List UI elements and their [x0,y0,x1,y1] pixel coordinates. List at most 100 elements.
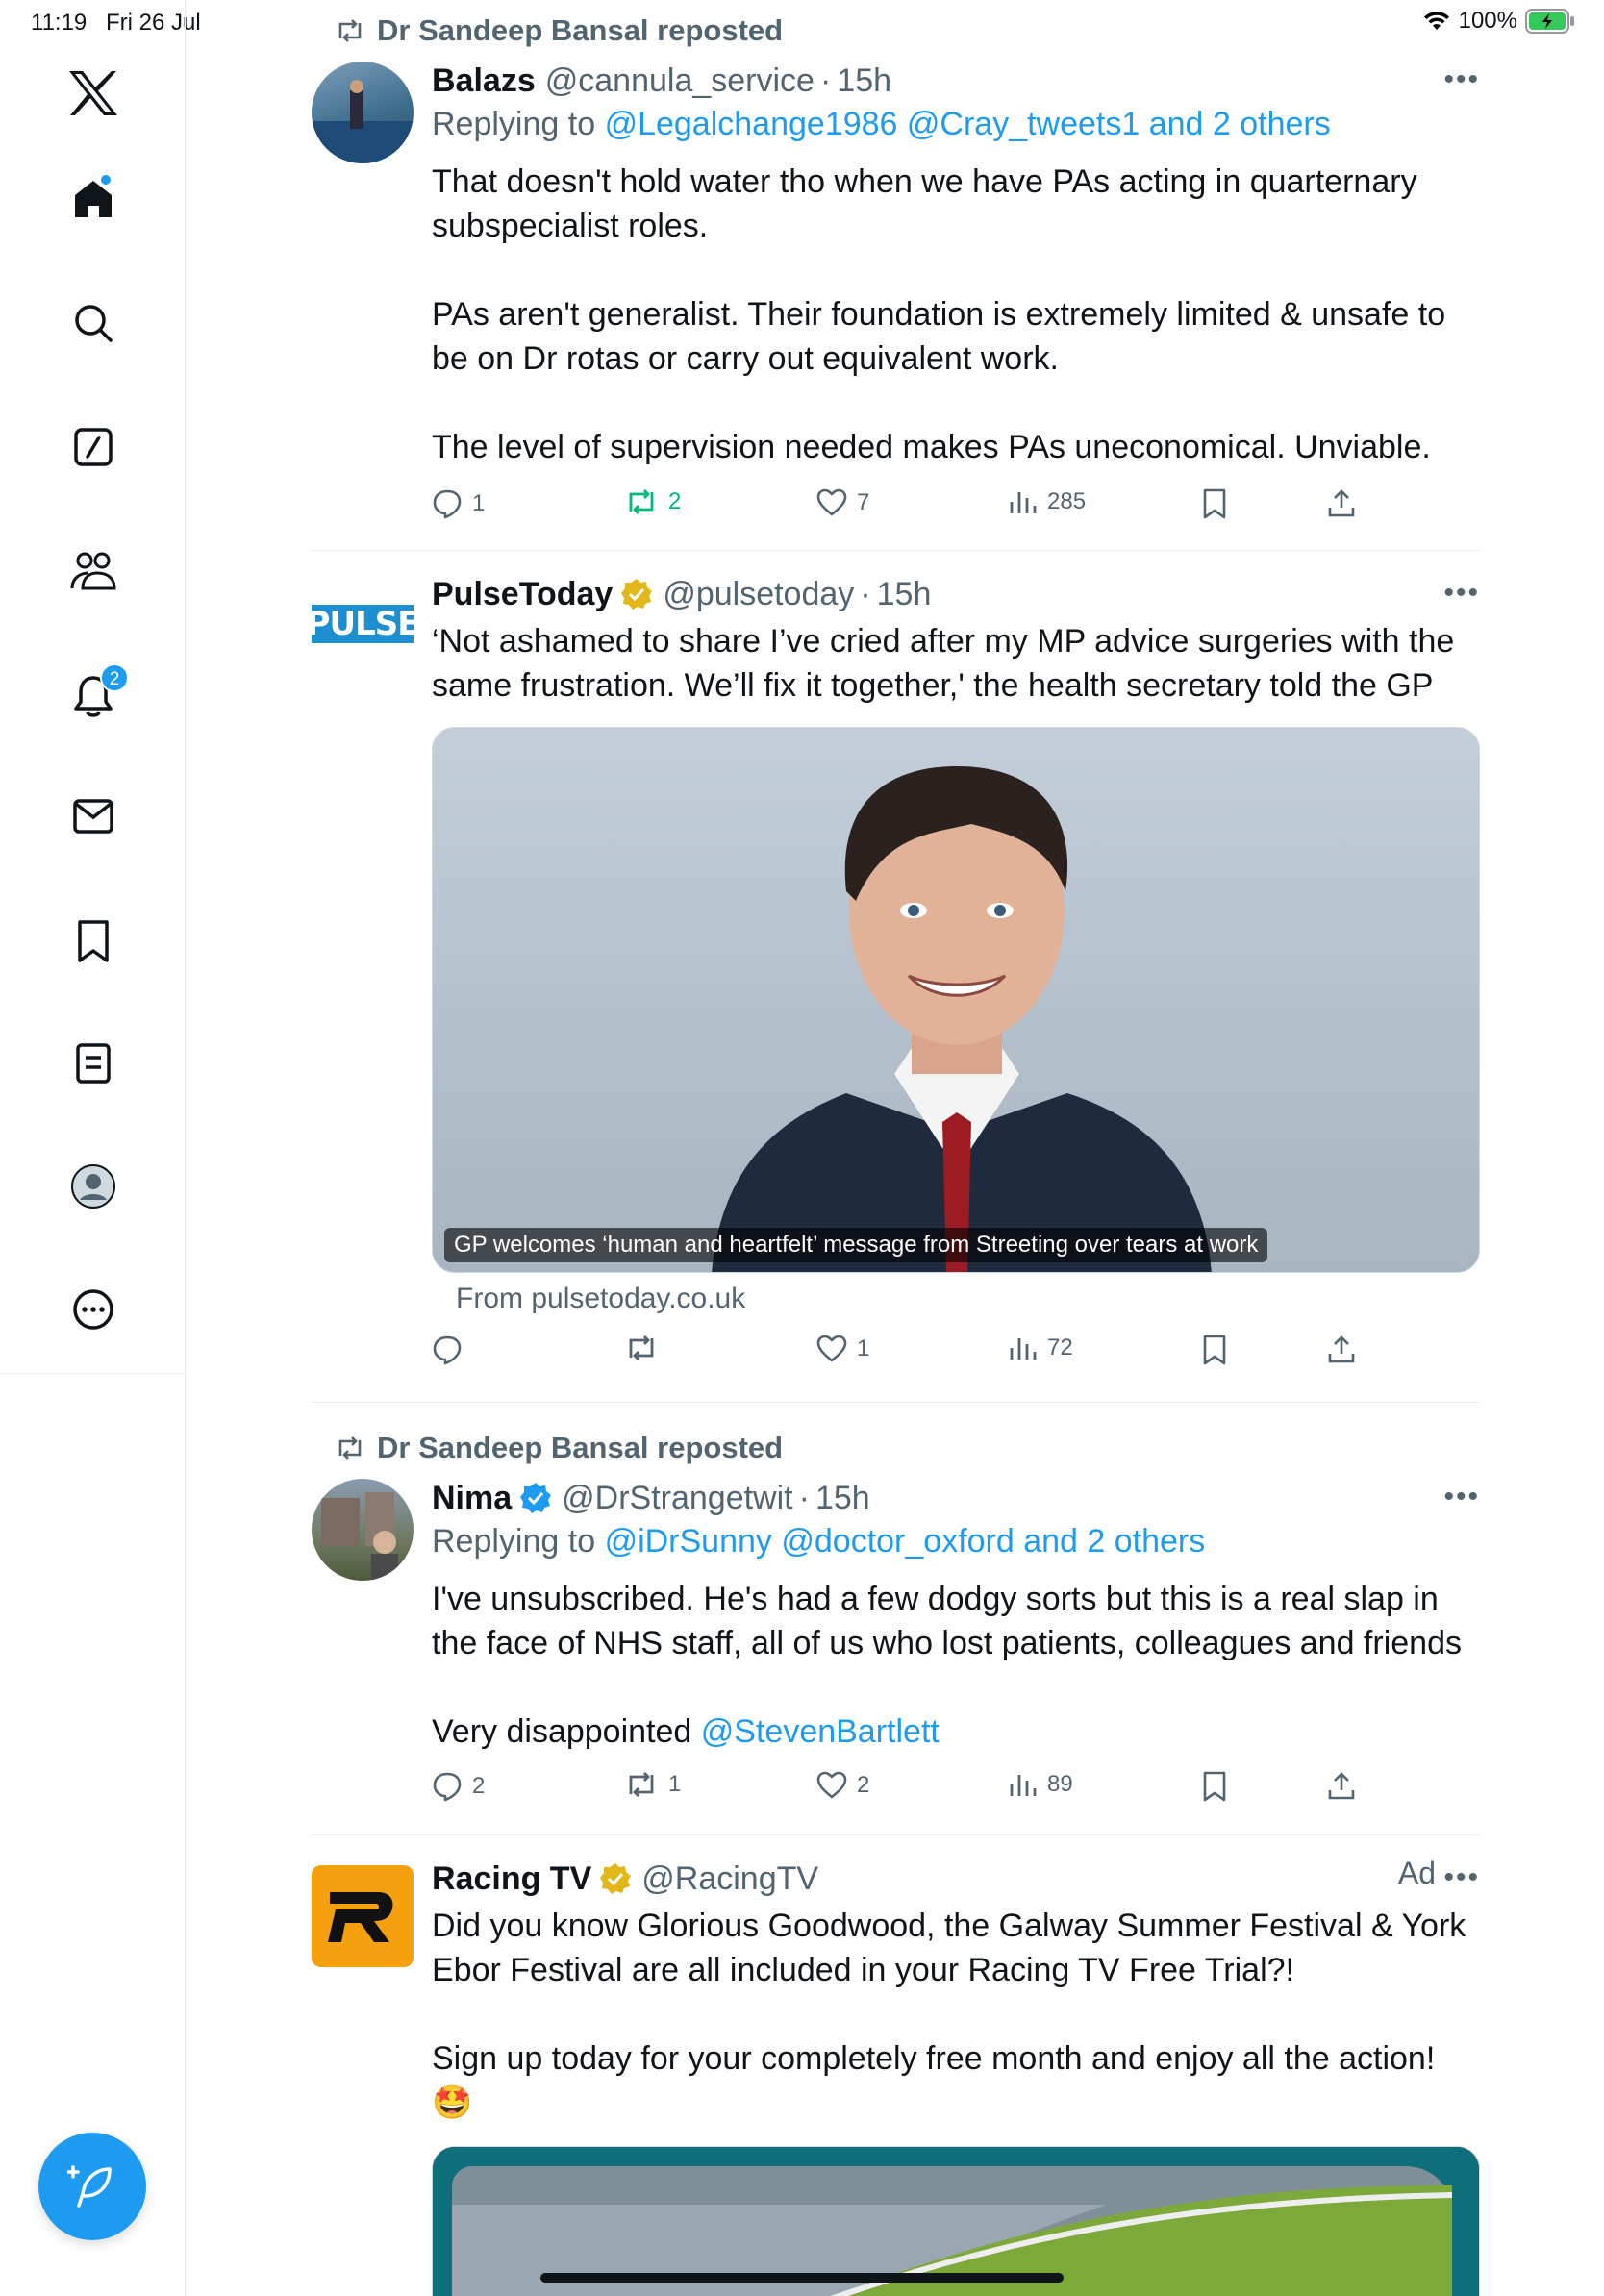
nav-more[interactable] [0,1288,186,1331]
header-dot: · [798,1479,810,1516]
mention-link[interactable]: @StevenBartlett [701,1713,940,1750]
replying-prefix: Replying to [432,1523,596,1560]
repost-indicator: Dr Sandeep Bansal reposted [338,1431,783,1465]
tweet-header: Racing TV @RacingTV [432,1856,1480,1902]
profile-icon [70,1164,115,1209]
tweet-more-button[interactable]: ••• [1443,63,1480,96]
author-handle[interactable]: @cannula_service [545,62,815,100]
bookmark-button[interactable] [1201,1771,1228,1802]
communities-icon [70,552,116,590]
share-button[interactable] [1326,488,1357,519]
reply-button[interactable]: 2 [432,1771,485,1802]
bookmark-button[interactable] [1201,1335,1228,1365]
repost-count: 1 [668,1771,682,1797]
pulse-logo: PULSE [312,605,414,643]
card-photo-portrait [712,766,1212,1272]
status-right: 100% [1422,8,1575,35]
repost-button[interactable]: 2 [624,488,681,515]
link-card[interactable]: GP welcomes ‘human and heartfelt’ messag… [432,727,1480,1273]
nav-lists[interactable] [0,1042,186,1085]
views-button[interactable]: 285 [1009,488,1086,515]
like-button[interactable]: 7 [816,488,869,517]
repost-button[interactable]: 1 [624,1771,681,1798]
tweet-text: That doesn't hold water tho when we have… [432,163,1446,465]
author-name[interactable]: Nima [432,1480,512,1517]
like-count: 7 [857,489,870,515]
reply-button[interactable]: 1 [432,488,485,519]
racingtv-logo-icon [328,1892,393,1942]
like-button[interactable]: 1 [816,1335,869,1363]
views-button[interactable]: 89 [1009,1771,1073,1798]
views-count: 72 [1047,1335,1073,1360]
tweet-actions: 2 1 2 89 [432,1771,1355,1809]
bookmark-icon [1203,1771,1226,1802]
share-icon [1328,489,1355,517]
tweet-text: I've unsubscribed. He's had a few dodgy … [432,1581,1462,1661]
tweet-actions: 1 2 7 285 [432,488,1355,527]
nav-communities[interactable] [0,550,186,592]
bookmark-button[interactable] [1201,488,1228,519]
nav-grok[interactable] [0,427,186,467]
replying-mentions[interactable]: @Legalchange1986 @Cray_tweets1 and 2 oth… [605,106,1331,142]
tweet-time[interactable]: 15h [877,576,932,613]
author-name[interactable]: PulseToday [432,576,613,613]
nav-messages[interactable] [0,798,186,835]
avatar[interactable] [312,1479,414,1581]
tweet-time[interactable]: 15h [815,1480,870,1517]
reply-button[interactable] [432,1335,472,1365]
repost-button[interactable] [624,1335,668,1361]
views-count: 285 [1047,488,1087,514]
tweet-text-tail: Very disappointed @StevenBartlett [432,1710,1480,1754]
card-caption: GP welcomes ‘human and heartfelt’ messag… [444,1228,1268,1262]
tweet-more-button[interactable]: ••• [1443,1481,1480,1513]
author-handle[interactable]: @DrStrangetwit [562,1480,792,1517]
like-button[interactable]: 2 [816,1771,869,1800]
tweet-more-button[interactable]: ••• [1443,577,1480,610]
header-dot: · [819,62,832,99]
grok-icon [73,428,113,466]
bookmark-icon [1203,488,1226,519]
nav-home[interactable] [0,173,186,221]
share-button[interactable] [1326,1335,1357,1365]
views-button[interactable]: 72 [1009,1335,1073,1361]
replying-mentions[interactable]: @iDrSunny @doctor_oxford and 2 others [605,1523,1206,1560]
tweet-more-button[interactable]: ••• [1443,1861,1480,1894]
gold-verified-badge-icon [621,579,653,610]
repost-icon [629,489,654,514]
avatar[interactable] [312,62,414,163]
messages-icon [72,799,113,834]
compose-post-button[interactable] [38,2133,146,2240]
more-icon [72,1289,113,1330]
nav-profile[interactable] [0,1163,186,1210]
nav-bookmarks[interactable] [0,919,186,963]
heart-icon [816,488,847,516]
tweet-text: ‘Not ashamed to share I’ve cried after m… [432,623,1464,704]
repost-count: 2 [668,488,682,514]
author-name[interactable]: Balazs [432,62,536,100]
avatar[interactable] [312,1865,414,1967]
author-handle[interactable]: @pulsetoday [663,576,854,613]
card-source[interactable]: From pulsetoday.co.uk [456,1283,745,1315]
author-name[interactable]: Racing TV [432,1860,591,1898]
ad-label: Ad [1397,1856,1436,1890]
like-count: 1 [857,1335,870,1361]
repost-small-icon [338,19,362,42]
reply-count: 2 [472,1773,486,1799]
x-logo-button[interactable] [0,69,186,117]
tweet-time[interactable]: 15h [837,62,891,100]
share-icon [1328,1335,1355,1363]
x-logo-icon [68,71,117,115]
avatar[interactable]: PULSE [312,600,414,648]
gold-verified-badge-icon [600,1863,632,1894]
nav-search[interactable] [0,302,186,344]
lists-icon [75,1043,111,1084]
author-handle[interactable]: @RacingTV [641,1860,818,1898]
reply-icon [433,1335,462,1365]
battery-icon [1525,9,1574,34]
nav-notifications[interactable]: 2 [0,663,186,719]
notifications-badge: 2 [100,663,129,692]
home-unread-dot [99,173,113,187]
sidebar-divider [0,1373,186,1374]
share-button[interactable] [1326,1771,1357,1802]
bookmark-icon [1203,1335,1226,1365]
